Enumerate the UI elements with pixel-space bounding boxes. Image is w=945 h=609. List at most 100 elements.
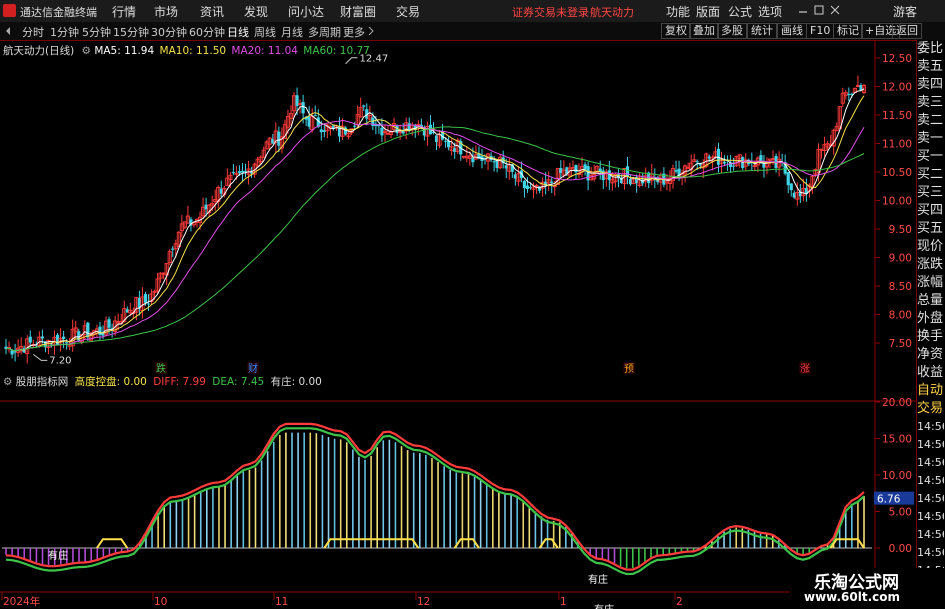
candle-body-down (107, 319, 111, 328)
menu-jiaoyi[interactable]: 交易 (396, 3, 420, 20)
tab-daily[interactable]: 日线 (227, 24, 249, 40)
button-duogu[interactable]: 多股 (717, 23, 747, 39)
button-huaxian[interactable]: 画线 (777, 23, 807, 39)
minimize-icon[interactable] (796, 1, 810, 22)
side-panel-item[interactable]: 净资 (917, 346, 944, 364)
tab-more[interactable]: 更多 (343, 24, 365, 40)
side-panel-item[interactable]: 卖三 (917, 94, 944, 112)
menu-xuanxiang[interactable]: 选项 (758, 3, 782, 20)
button-fuquan[interactable]: 复权 (661, 23, 691, 39)
menu-hangqing[interactable]: 行情 (112, 3, 136, 20)
menu-shichang[interactable]: 市场 (154, 3, 178, 20)
price-tick-label: 9.00 (889, 253, 912, 265)
menu-caifuquan[interactable]: 财富圈 (340, 3, 376, 20)
trade-time: 14:56 (917, 420, 944, 433)
candle-body-down (240, 170, 245, 173)
dea-line (5, 427, 865, 576)
ma10-label: MA10: 11.50 (159, 45, 227, 57)
candle-body-down (444, 140, 448, 142)
button-biaoji[interactable]: 标记 (833, 23, 863, 39)
kline-chart-area[interactable]: 有庄有庄有庄有庄 12.5012.0011.5011.0010.5010.009… (0, 40, 945, 609)
side-panel-item[interactable]: 卖五 (917, 58, 944, 76)
indicator-series: 有庄有庄有庄有庄 (5, 422, 865, 609)
time-tick-label: 12 (417, 596, 430, 608)
side-panel-tab[interactable]: 自动 (917, 382, 944, 400)
tab-1min[interactable]: 1分钟 (50, 24, 79, 40)
low-marker (32, 353, 48, 361)
zhuang-annotation: 有庄 (48, 549, 68, 562)
side-panel-item[interactable]: 外盘 (917, 310, 944, 328)
side-panel-tab[interactable]: 交易 (917, 400, 944, 418)
tab-30min[interactable]: 30分钟 (151, 24, 187, 40)
zhuang-label: 有庄: 0.00 (270, 376, 322, 388)
side-panel-item[interactable]: 买四 (917, 202, 944, 220)
side-panel-item[interactable]: 现价 (917, 238, 944, 256)
candle-body-down (62, 336, 66, 339)
tab-60min[interactable]: 60分钟 (189, 24, 225, 40)
login-notice[interactable]: 证券交易未登录 (512, 4, 589, 20)
side-panel-item[interactable]: 卖四 (917, 76, 944, 94)
side-panel-item[interactable]: 委比 (917, 40, 944, 58)
high-marker (345, 57, 358, 65)
side-panel-item[interactable]: 买一 (917, 148, 944, 166)
menu-gongshi[interactable]: 公式 (728, 3, 752, 20)
candle-body-down (525, 185, 530, 189)
price-tick-label: 12.00 (882, 82, 912, 94)
price-axis: 12.5012.0011.5011.0010.5010.009.509.008.… (1, 53, 914, 608)
menu-zixun[interactable]: 资讯 (200, 3, 224, 20)
candle-body-down (722, 161, 727, 164)
button-f10[interactable]: F10 (806, 23, 835, 39)
candle-body-down (695, 161, 699, 163)
price-tick-label: 12.50 (882, 53, 912, 65)
settings-gear-icon[interactable]: ⚙ (82, 45, 91, 57)
ma60-label: MA60: 10.77 (303, 45, 370, 57)
side-panel-item[interactable]: 买三 (917, 184, 944, 202)
side-panel-item[interactable]: 卖二 (917, 112, 944, 130)
tab-15min[interactable]: 15分钟 (113, 24, 149, 40)
button-tongji[interactable]: 统计 (747, 23, 777, 39)
tab-left-arrow-icon[interactable] (3, 24, 13, 41)
tab-weekly[interactable]: 周线 (254, 24, 276, 40)
indicator-name: 股朋指标网 (15, 376, 69, 388)
side-panel-item[interactable]: 涨幅 (917, 274, 944, 292)
menu-faxian[interactable]: 发现 (244, 3, 268, 20)
ma5-label: MA5: 11.94 (94, 45, 155, 57)
candle-body-down (574, 164, 578, 173)
close-icon[interactable] (828, 1, 842, 22)
price-tick-label: 8.00 (889, 310, 912, 322)
indicator-settings-icon[interactable]: ⚙ (3, 376, 12, 388)
menu-wenxiaoda[interactable]: 问小达 (288, 3, 324, 20)
time-tick-label: 1 (560, 596, 567, 608)
button-diejia[interactable]: 叠加 (689, 23, 719, 39)
button-back[interactable]: 返回 (892, 23, 922, 39)
tab-5min[interactable]: 5分钟 (82, 24, 111, 40)
candle-body-down (847, 94, 851, 96)
more-arrow-icon[interactable] (367, 25, 375, 40)
tab-fenshi[interactable]: 分时 (22, 24, 44, 40)
tab-multi-period[interactable]: 多周期 (308, 24, 341, 40)
indicator-tick-label: 20.00 (882, 397, 912, 409)
side-panel-item[interactable]: 涨跌 (917, 256, 944, 274)
time-tick-label: 10 (154, 596, 167, 608)
moving-average-lines (5, 88, 865, 352)
menu-gongneng[interactable]: 功能 (666, 3, 690, 20)
side-panel-item[interactable]: 卖一 (917, 130, 944, 148)
price-tick-label: 10.50 (882, 167, 912, 179)
trade-time: 14:56 (917, 438, 944, 451)
trade-time: 14:56 (917, 456, 944, 469)
candle-body-down (313, 115, 317, 117)
side-panel-item[interactable]: 换手 (917, 328, 944, 346)
ma20-line (5, 119, 865, 352)
watermark-url: www.60lt.com (804, 590, 901, 604)
menu-banmian[interactable]: 版面 (696, 3, 720, 20)
restore-icon[interactable] (812, 1, 826, 22)
guest-label[interactable]: 游客 (893, 3, 917, 20)
control-level-marker (96, 538, 129, 549)
chart-title: 航天动力(日线) (3, 45, 75, 57)
side-panel-item[interactable]: 收益 (917, 364, 944, 382)
side-panel-item[interactable]: 总量 (917, 292, 944, 310)
side-panel-item[interactable]: 买五 (917, 220, 944, 238)
candle-body-down (583, 164, 587, 170)
side-panel-item[interactable]: 买二 (917, 166, 944, 184)
tab-monthly[interactable]: 月线 (281, 24, 303, 40)
